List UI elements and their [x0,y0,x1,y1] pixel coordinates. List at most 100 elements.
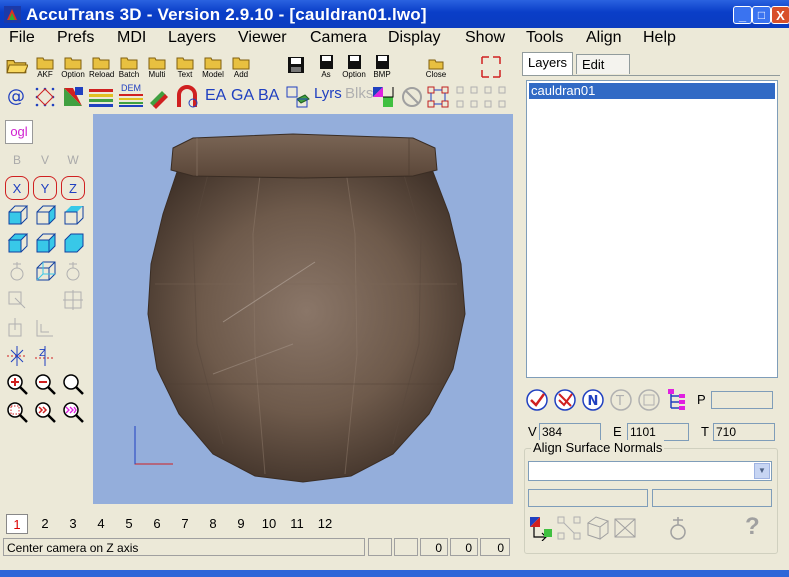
lyrs-button[interactable]: Lyrs [314,85,342,102]
close-button[interactable]: X [771,6,789,24]
points-grid-icon[interactable] [33,85,57,109]
uncheck-all-icon[interactable] [553,388,577,412]
model-button[interactable]: Model [201,54,225,80]
akf-button[interactable]: AKF [33,54,57,80]
zoom-out-icon[interactable] [33,372,57,396]
layer-tree-icon[interactable] [665,388,689,412]
p-field [711,391,773,409]
page-tab-2[interactable]: 2 [34,514,56,534]
page-tab-6[interactable]: 6 [146,514,168,534]
menu-display[interactable]: Display [388,29,440,47]
close-file-button[interactable]: Close [424,54,448,80]
triangle-colors-icon[interactable] [61,85,85,109]
open-folder-icon [204,57,222,70]
menu-help[interactable]: Help [643,29,676,47]
wire-cube-icon[interactable] [33,260,57,284]
zoom-in-icon[interactable] [5,372,29,396]
zoom-speed-icon[interactable] [33,400,57,424]
3d-viewport[interactable] [93,114,513,504]
page-tab-12[interactable]: 12 [314,514,336,534]
cube-view-icon[interactable] [33,232,57,256]
check-all-icon[interactable] [525,388,549,412]
page-tab-3[interactable]: 3 [62,514,84,534]
reload-button[interactable]: Reload [89,54,114,80]
page-tab-1[interactable]: 1 [6,514,28,534]
mirror-z-icon[interactable]: Z [33,344,57,368]
status-cell [368,538,392,556]
svg-text:T: T [615,394,624,409]
taskbar-strip [0,570,789,577]
menu-tools[interactable]: Tools [526,29,563,47]
normals-color-icon[interactable] [528,515,554,541]
none-icon[interactable]: N [581,388,605,412]
page-tab-4[interactable]: 4 [90,514,112,534]
menu-prefs[interactable]: Prefs [57,29,94,47]
layer-list[interactable]: cauldran01 [526,80,778,378]
at-sign-icon[interactable]: @ [5,85,27,107]
dem-button[interactable]: DEM [117,83,145,109]
cube-view-icon[interactable] [61,232,85,256]
align-param-field [528,489,648,507]
menu-file[interactable]: File [9,29,35,47]
w-axis-button: W [67,153,79,167]
open-file-button[interactable] [5,54,29,80]
transform-arrows-button[interactable] [479,54,503,80]
minimize-button[interactable]: _ [733,6,752,24]
align-normals-dropdown[interactable]: ▼ [528,461,772,481]
page-tab-8[interactable]: 8 [202,514,224,534]
rotate-y-button[interactable]: Y [33,176,57,200]
save-button[interactable] [283,54,307,80]
save-option-button[interactable]: Option [342,54,366,80]
menu-align[interactable]: Align [586,29,622,47]
chevron-down-icon[interactable]: ▼ [754,463,770,479]
zoom-fast-icon[interactable] [61,400,85,424]
page-tab-9[interactable]: 9 [230,514,252,534]
color-cube-icon[interactable] [371,85,395,109]
menu-mdi[interactable]: MDI [117,29,146,47]
cube-view-icon[interactable] [5,232,29,256]
ga-button[interactable]: GA [231,87,254,105]
magnet-icon[interactable] [175,85,201,109]
menu-camera[interactable]: Camera [310,29,367,47]
page-tab-7[interactable]: 7 [174,514,196,534]
page-tab-5[interactable]: 5 [118,514,140,534]
cauldron-model [134,133,466,483]
mirror-x-icon[interactable] [5,344,29,368]
rotate-z-button[interactable]: Z [61,176,85,200]
zoom-fit-icon[interactable] [61,372,85,396]
paint-pencil-icon[interactable] [147,85,171,109]
zoom-window-icon[interactable] [5,400,29,424]
status-cell [394,538,418,556]
save-bmp-button[interactable]: BMP [370,54,394,80]
disabled-grid-icon [557,516,581,540]
ea-button[interactable]: EA [205,87,226,105]
ba-button[interactable]: BA [258,87,279,105]
add-button[interactable]: Add [229,54,253,80]
open-option-button[interactable]: Option [61,54,85,80]
menu-show[interactable]: Show [465,29,505,47]
color-stripes-icon[interactable] [89,87,113,107]
multi-button[interactable]: Multi [145,54,169,80]
menu-layers[interactable]: Layers [168,29,216,47]
page-tab-10[interactable]: 10 [258,514,280,534]
batch-button[interactable]: Batch [117,54,141,80]
e-label: E [613,424,622,439]
maximize-button[interactable]: □ [752,6,771,24]
text-button[interactable]: Text [173,54,197,80]
cube-layers-icon[interactable] [285,85,311,109]
main-viewer-pane: AKF Option Reload Batch Multi Text Model [0,50,516,566]
cube-view-icon[interactable] [61,204,85,228]
rotate-x-button[interactable]: X [5,176,29,200]
ogl-button[interactable]: ogl [5,120,33,144]
help-question-icon[interactable]: ? [745,513,760,541]
menu-viewer[interactable]: Viewer [238,29,287,47]
layer-item-cauldran01[interactable]: cauldran01 [529,83,775,99]
node-tree-icon[interactable] [426,85,452,109]
page-tab-11[interactable]: 11 [286,514,308,534]
tab-layers[interactable]: Layers [522,52,574,75]
cube-view-icon[interactable] [5,204,29,228]
tab-edit[interactable]: Edit [576,54,630,74]
t-label: T [701,424,709,439]
save-as-button[interactable]: As [314,54,338,80]
cube-view-icon[interactable] [33,204,57,228]
